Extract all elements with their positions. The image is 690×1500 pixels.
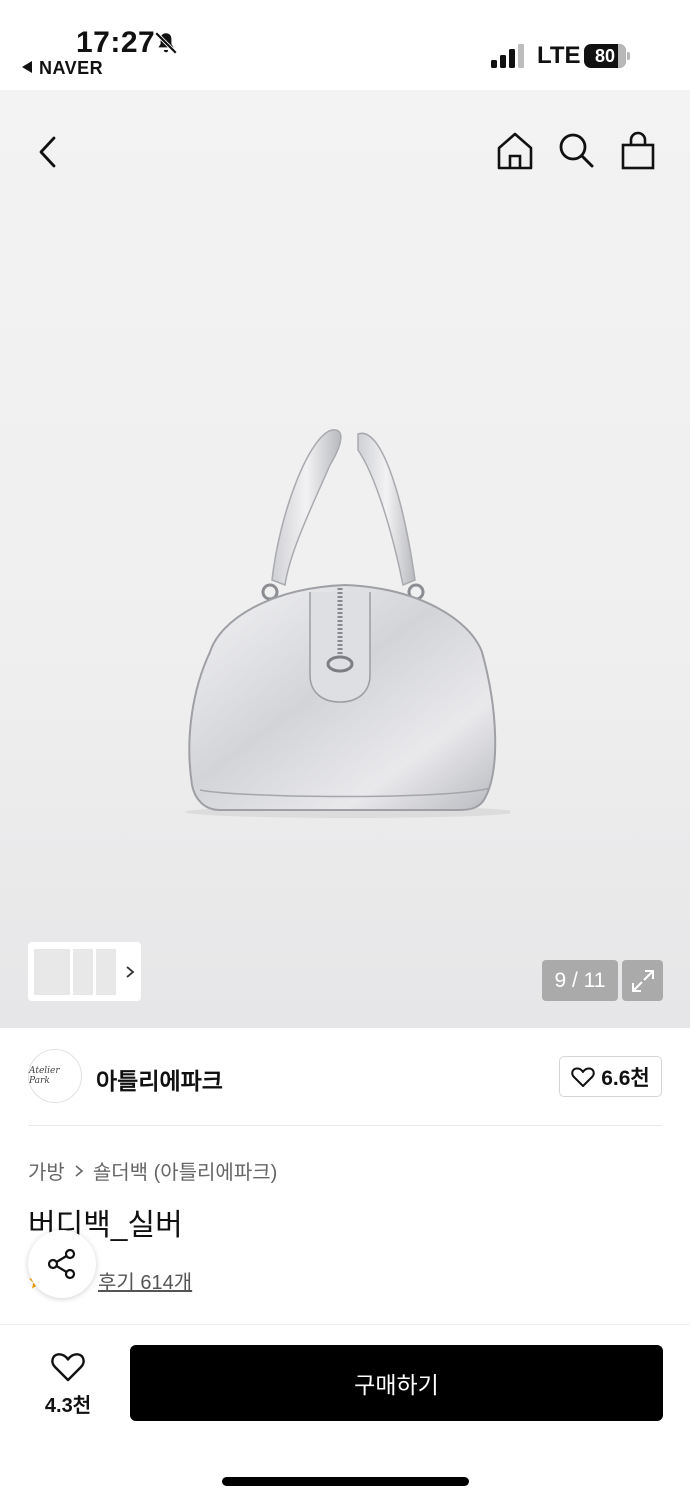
thumbnail-strip[interactable] xyxy=(28,942,141,1001)
store-name[interactable]: 아틀리에파크 xyxy=(96,1062,223,1096)
back-app-label: NAVER xyxy=(39,58,104,78)
search-button[interactable] xyxy=(554,129,598,173)
heart-icon xyxy=(571,1066,595,1087)
wish-button[interactable]: 4.3천 xyxy=(28,1345,108,1420)
store-logo-text: Atelier Park xyxy=(29,1066,60,1086)
image-counter: 9 / 11 xyxy=(542,960,618,1001)
home-indicator[interactable] xyxy=(222,1477,469,1486)
cart-button[interactable] xyxy=(616,129,660,173)
product-image-gallery[interactable]: 9 / 11 xyxy=(0,90,690,1028)
store-favorite-button[interactable]: 6.6천 xyxy=(559,1056,662,1097)
battery-icon: 80 xyxy=(584,44,630,68)
share-icon xyxy=(47,1248,76,1280)
thumbnail[interactable] xyxy=(73,948,93,995)
expand-icon xyxy=(631,969,654,992)
store-favorite-count: 6.6천 xyxy=(601,1066,650,1090)
breadcrumb: 가방 숄더백 (아틀리에파크) xyxy=(28,1156,277,1185)
home-button[interactable] xyxy=(493,129,537,173)
shopping-bag-icon xyxy=(621,131,655,170)
breadcrumb-item[interactable]: 숄더백 (아틀리에파크) xyxy=(93,1156,277,1185)
status-bar: 17:27 NAVER LTE 80 xyxy=(0,0,690,90)
breadcrumb-item[interactable]: 가방 xyxy=(28,1156,65,1185)
status-time: 17:27 xyxy=(76,26,156,59)
heart-icon xyxy=(51,1353,85,1382)
store-logo[interactable]: Atelier Park xyxy=(28,1049,82,1103)
back-button[interactable] xyxy=(26,130,70,174)
signal-icon xyxy=(491,44,524,68)
product-photo xyxy=(185,429,510,818)
back-chevron-icon xyxy=(39,136,56,168)
store-row[interactable]: Atelier Park 아틀리에파크 6.6천 xyxy=(28,1048,662,1106)
chevron-right-icon xyxy=(75,1164,84,1177)
battery-level: 80 xyxy=(594,46,616,66)
back-to-app-link[interactable]: NAVER xyxy=(22,58,103,79)
wish-count: 4.3천 xyxy=(44,1395,92,1417)
expand-button[interactable] xyxy=(622,960,663,1001)
search-icon xyxy=(559,133,594,168)
divider xyxy=(28,1125,662,1126)
network-type: LTE xyxy=(537,42,581,69)
home-icon xyxy=(497,132,533,170)
thumbnail[interactable] xyxy=(96,948,116,995)
chevron-right-icon xyxy=(126,965,135,978)
share-button[interactable] xyxy=(28,1230,96,1298)
bell-slash-icon xyxy=(154,31,178,55)
buy-button[interactable]: 구매하기 xyxy=(130,1345,663,1421)
back-triangle-icon xyxy=(22,61,32,73)
thumbnail[interactable] xyxy=(34,948,70,995)
reviews-link[interactable]: 후기 614개 xyxy=(98,1266,192,1295)
bottom-divider xyxy=(0,1324,690,1325)
